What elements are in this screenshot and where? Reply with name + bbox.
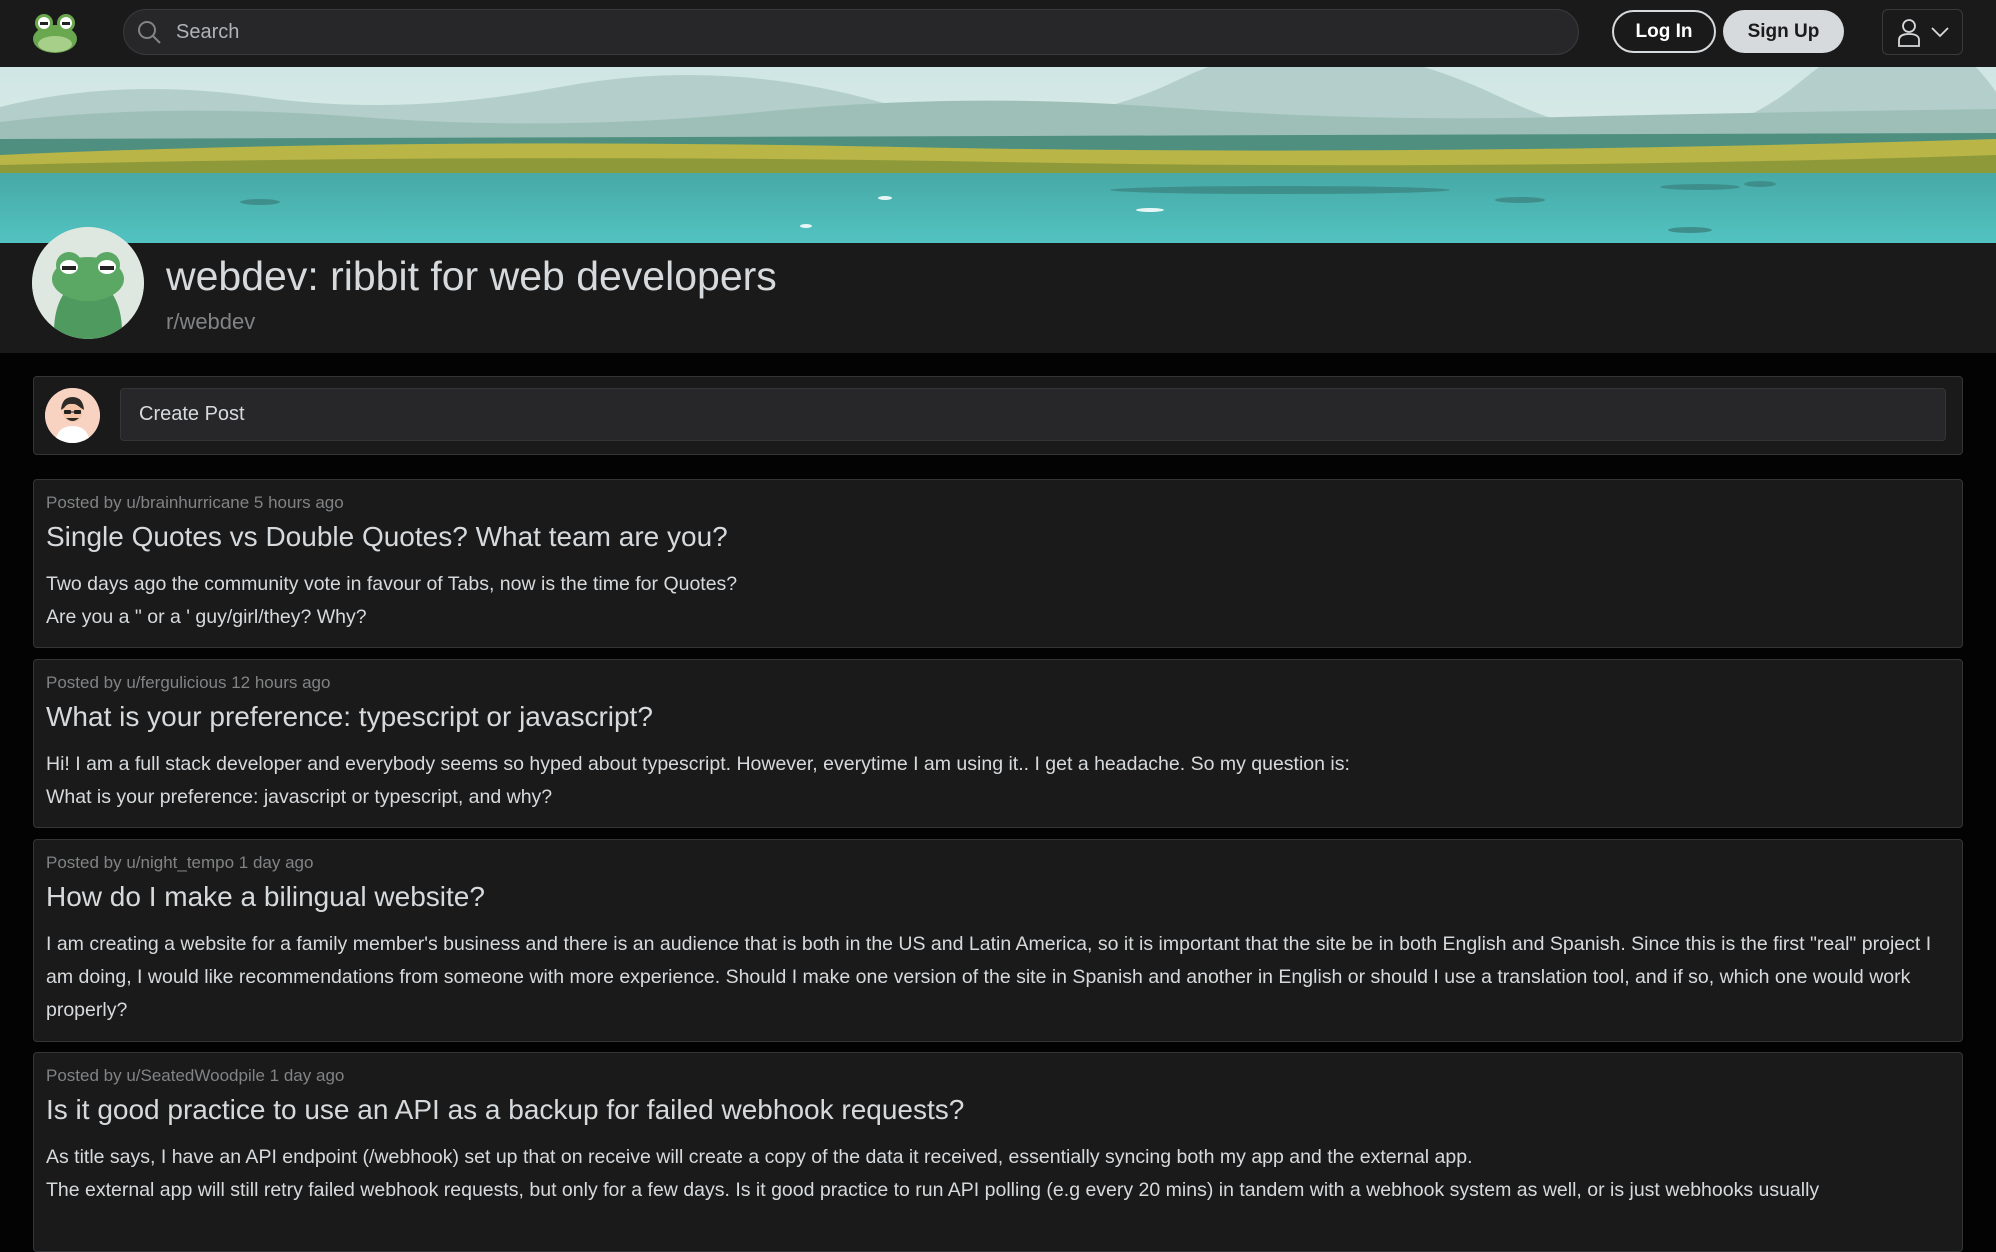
post-meta: Posted by u/fergulicious 12 hours ago: [46, 673, 331, 692]
post-body-line: Two days ago the community vote in favou…: [46, 573, 738, 595]
search-icon: [138, 21, 161, 44]
post-body-line: What is your preference: javascript or t…: [46, 786, 553, 808]
post-body-line: Are you a " or a ' guy/girl/they? Why?: [46, 606, 367, 628]
post-card[interactable]: Posted by u/night_tempo 1 day ago How do…: [33, 839, 1963, 1042]
post-body-line: Hi! I am a full stack developer and ever…: [46, 753, 1350, 775]
post-body-line: I am creating a website for a family mem…: [46, 933, 1932, 1021]
post-body-line: The external app will still retry failed…: [46, 1179, 1820, 1201]
post-card[interactable]: Posted by u/brainhurricane 5 hours ago S…: [33, 479, 1963, 648]
search-bar[interactable]: [123, 9, 1579, 55]
post-title[interactable]: Is it good practice to use an API as a b…: [46, 1094, 964, 1126]
post-body-line: As title says, I have an API endpoint (/…: [46, 1146, 1473, 1168]
subreddit-name[interactable]: r/webdev: [166, 309, 255, 335]
subreddit-banner: [0, 67, 1996, 243]
post-body: I am creating a website for a family mem…: [46, 928, 1944, 1027]
post-title[interactable]: How do I make a bilingual website?: [46, 881, 485, 913]
post-meta: Posted by u/brainhurricane 5 hours ago: [46, 493, 344, 512]
user-avatar[interactable]: [45, 388, 100, 443]
subreddit-frog-avatar: [32, 227, 144, 339]
post-title[interactable]: Single Quotes vs Double Quotes? What tea…: [46, 521, 728, 553]
create-post-input[interactable]: [120, 388, 1946, 441]
post-card[interactable]: Posted by u/SeatedWoodpile 1 day ago Is …: [33, 1052, 1963, 1252]
top-navbar: Log In Sign Up: [0, 0, 1996, 67]
user-icon: [1897, 19, 1920, 47]
chevron-down-icon: [1930, 27, 1949, 38]
signup-button[interactable]: Sign Up: [1723, 10, 1844, 53]
user-menu-dropdown[interactable]: [1882, 9, 1963, 55]
post-body: Hi! I am a full stack developer and ever…: [46, 748, 1944, 814]
post-body: Two days ago the community vote in favou…: [46, 568, 1944, 634]
search-input[interactable]: [174, 19, 1528, 45]
login-button[interactable]: Log In: [1612, 10, 1716, 53]
post-meta: Posted by u/night_tempo 1 day ago: [46, 853, 314, 872]
subreddit-title: webdev: ribbit for web developers: [166, 253, 777, 299]
frog-logo-icon[interactable]: [32, 11, 78, 53]
post-meta: Posted by u/SeatedWoodpile 1 day ago: [46, 1066, 345, 1085]
post-body: As title says, I have an API endpoint (/…: [46, 1141, 1944, 1207]
post-title[interactable]: What is your preference: typescript or j…: [46, 701, 653, 733]
create-post-box: [33, 376, 1963, 455]
post-card[interactable]: Posted by u/fergulicious 12 hours ago Wh…: [33, 659, 1963, 828]
